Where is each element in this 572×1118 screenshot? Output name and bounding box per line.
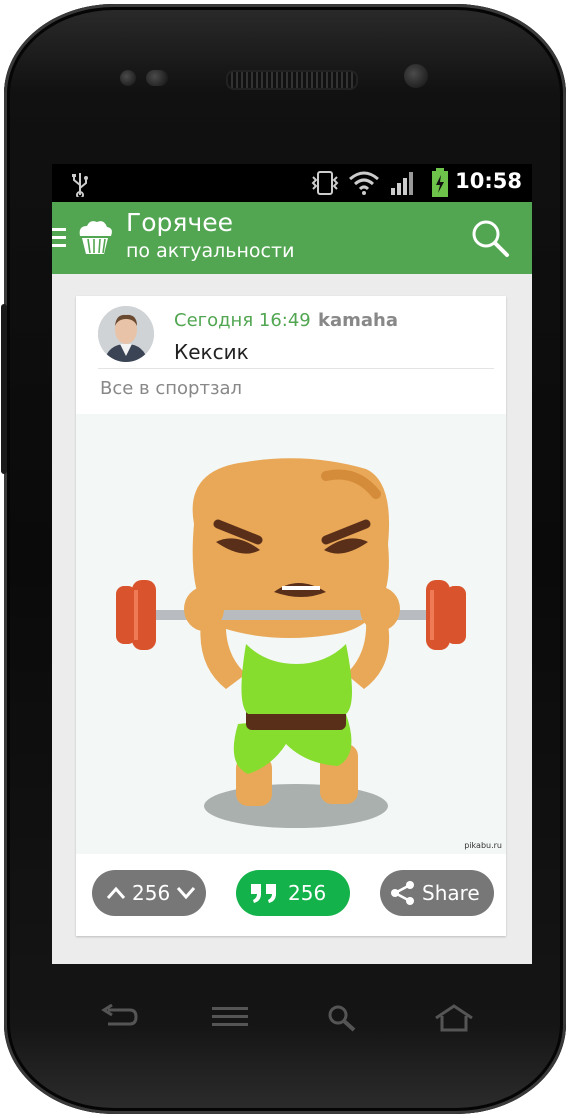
signal-icon	[390, 170, 416, 200]
proximity-sensor	[120, 70, 136, 86]
rating-control: 256	[92, 870, 206, 916]
post-title[interactable]: Кексик	[174, 340, 249, 364]
divider	[98, 368, 494, 369]
status-bar: 10:58	[52, 164, 532, 202]
phone-frame: 10:58 Горячее по актуальности Сегодня 16…	[1, 4, 566, 1114]
cupcake-logo-icon[interactable]	[74, 216, 116, 262]
share-icon	[390, 880, 416, 906]
page-title: Горячее	[126, 208, 233, 237]
menu-icon[interactable]	[210, 1004, 250, 1034]
post-tag[interactable]: Все в спортзал	[100, 378, 242, 399]
comments-count: 256	[288, 881, 327, 905]
avatar[interactable]	[98, 306, 154, 362]
upvote-chevron-icon[interactable]	[106, 886, 126, 900]
clock: 10:58	[455, 169, 522, 193]
back-icon[interactable]	[100, 1003, 140, 1034]
post-author[interactable]: kamaha	[318, 310, 398, 331]
screen: 10:58 Горячее по актуальности Сегодня 16…	[52, 164, 532, 964]
rating-count: 256	[132, 881, 171, 905]
comments-button[interactable]: 256	[236, 870, 350, 916]
search-icon[interactable]	[470, 218, 510, 262]
side-button	[1, 304, 7, 474]
post-card[interactable]: Сегодня 16:49 kamaha Кексик Все в спортз…	[76, 296, 506, 936]
home-icon[interactable]	[432, 1004, 476, 1036]
quote-icon	[250, 882, 278, 904]
share-label: Share	[422, 881, 480, 905]
sort-subtitle[interactable]: по актуальности	[126, 240, 294, 262]
front-camera	[404, 64, 428, 88]
menu-icon[interactable]	[52, 226, 66, 254]
earpiece-speaker	[226, 70, 358, 90]
post-image[interactable]: pikabu.ru	[76, 414, 506, 854]
wifi-icon	[348, 170, 380, 200]
post-date: Сегодня 16:49	[174, 310, 311, 331]
vibrate-icon	[310, 170, 340, 200]
app-bar: Горячее по актуальности	[52, 202, 532, 274]
light-sensor	[146, 70, 168, 86]
battery-icon	[430, 168, 450, 202]
usb-icon	[70, 171, 90, 201]
search-icon[interactable]	[326, 1004, 358, 1036]
downvote-chevron-icon[interactable]	[176, 886, 196, 900]
share-button[interactable]: Share	[380, 870, 494, 916]
image-watermark: pikabu.ru	[464, 841, 502, 850]
